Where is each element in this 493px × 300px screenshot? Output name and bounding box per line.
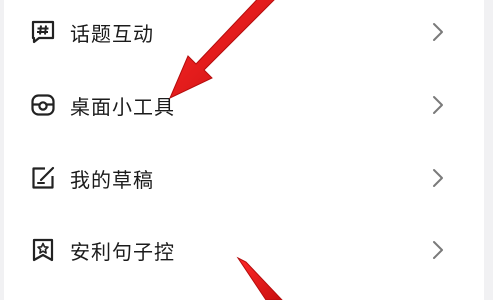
menu-item-my-drafts[interactable]: 我的草稿 [4, 150, 484, 206]
menu-item-recommend-juzikong[interactable]: 安利句子控 [4, 222, 484, 278]
screen: 话题互动 桌面小工具 我的草稿 安利句子控 [0, 0, 493, 300]
menu-item-label: 我的草稿 [70, 167, 154, 192]
chevron-right-icon [430, 20, 446, 44]
chevron-right-icon [430, 166, 446, 190]
widget-icon [29, 91, 57, 119]
menu-item-desktop-widgets[interactable]: 桌面小工具 [4, 77, 484, 133]
menu-item-label: 桌面小工具 [70, 94, 175, 119]
star-badge-icon [29, 236, 57, 264]
menu-item-label: 安利句子控 [70, 239, 175, 264]
hashtag-icon [29, 18, 57, 46]
draft-edit-icon [29, 164, 57, 192]
chevron-right-icon [430, 93, 446, 117]
menu-card: 话题互动 桌面小工具 我的草稿 安利句子控 [4, 0, 484, 300]
menu-item-label: 话题互动 [70, 21, 154, 46]
menu-item-topic-interaction[interactable]: 话题互动 [4, 4, 484, 60]
chevron-right-icon [430, 238, 446, 262]
